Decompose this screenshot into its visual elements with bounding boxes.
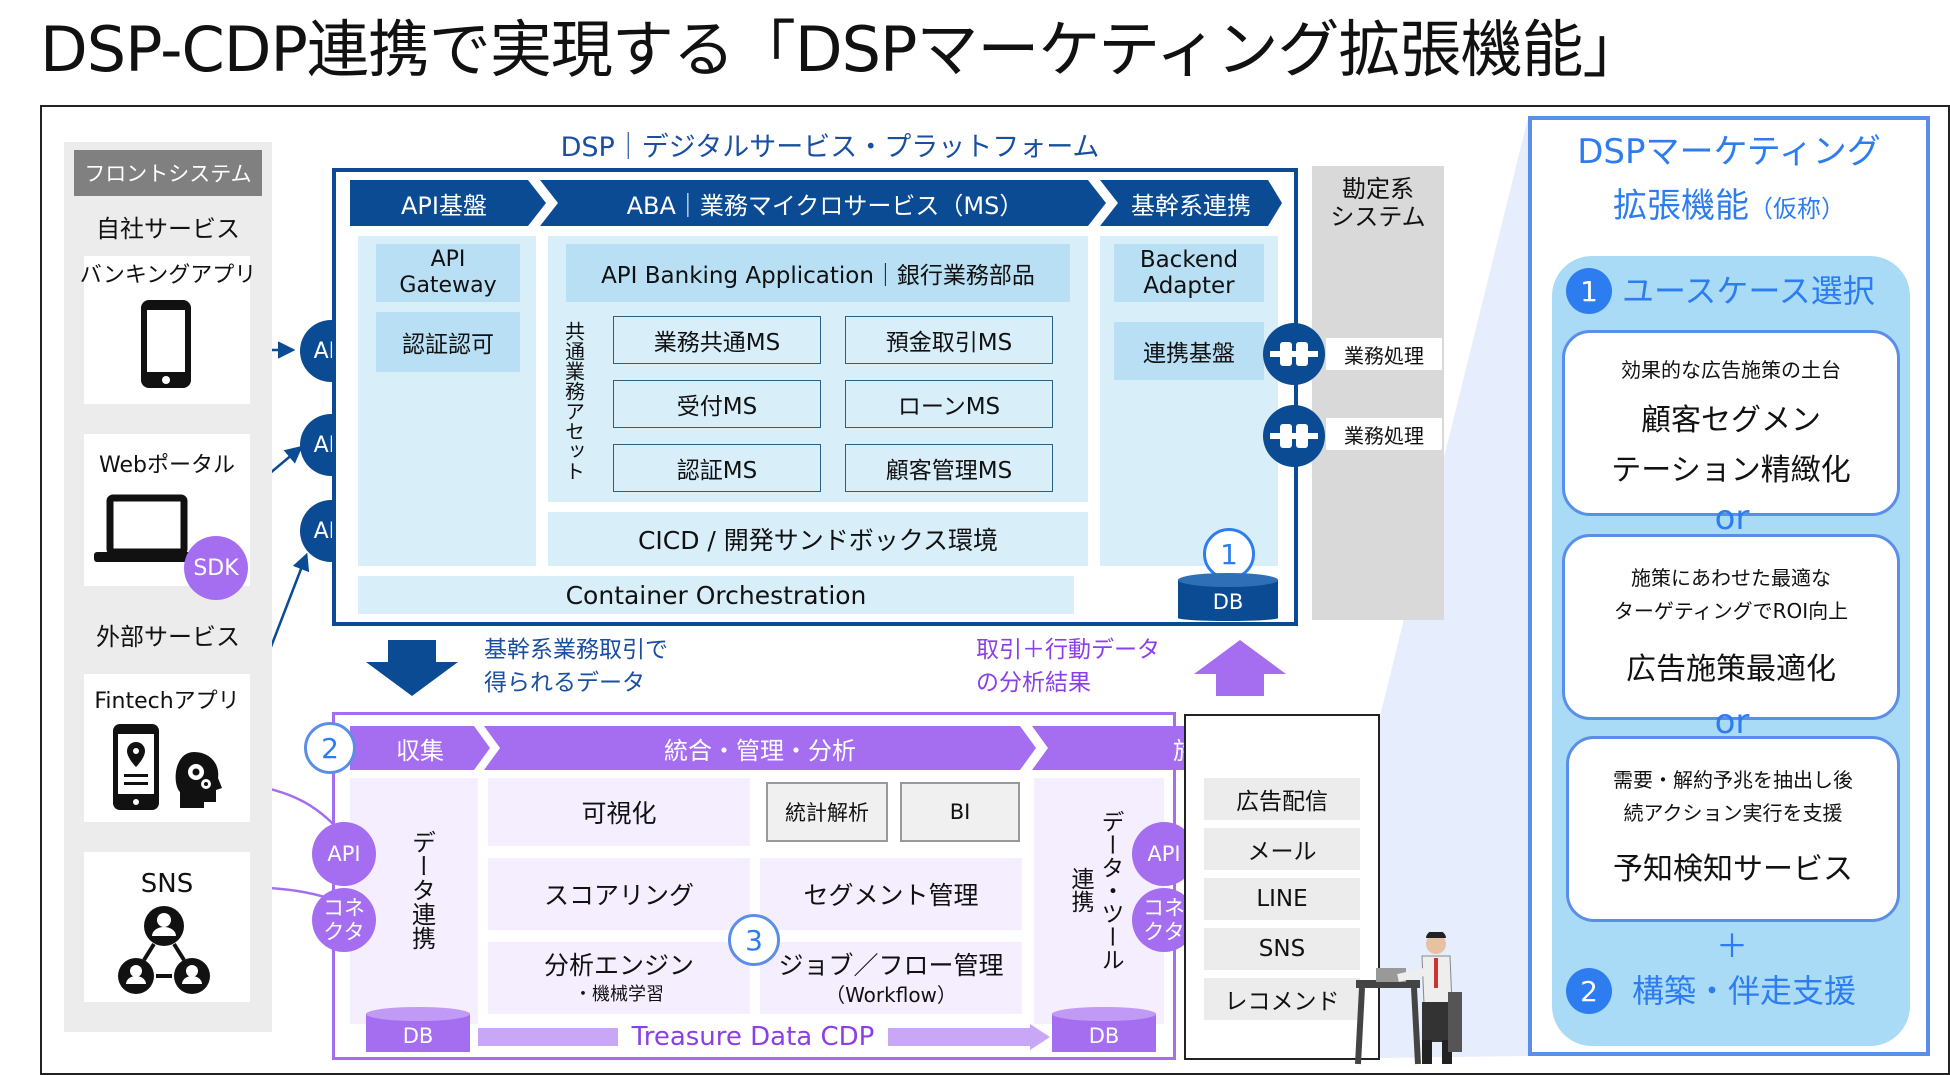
dsp-header-api: API基盤 — [401, 191, 487, 220]
cdp-header-collect: 収集 — [396, 736, 444, 765]
ms-cell: ローンMS — [845, 380, 1053, 428]
tool-link-label: データ・ツール 連携 — [1067, 809, 1123, 971]
person-at-desk-icon — [1355, 932, 1462, 1065]
plug-connector-icon — [1263, 405, 1325, 467]
ms-cell: 預金取引MS — [845, 316, 1053, 364]
up-flow-text: 取引＋行動データ の分析結果 — [976, 637, 1160, 696]
policy-item[interactable]: LINE — [1204, 878, 1360, 920]
social-network-icon — [118, 906, 210, 994]
external-services-heading: 外部サービス — [96, 622, 240, 651]
cdp-db-left-label: DB — [402, 1024, 434, 1048]
common-assets-label: 共通業務アセット — [561, 321, 586, 481]
policy-item[interactable]: SNS — [1204, 928, 1360, 970]
process-label-2: 業務処理 — [1326, 418, 1442, 450]
fintech-app-label: Fintechアプリ — [94, 689, 240, 714]
page-title: DSP-CDP連携で実現する「DSPマーケティング拡張機能」 — [40, 13, 1644, 86]
cdp-db-right-label: DB — [1088, 1024, 1120, 1048]
backend-adapter-cell: Backend Adapter — [1114, 244, 1264, 302]
own-services-heading: 自社サービス — [96, 214, 240, 243]
bi-cell: BI — [900, 782, 1020, 842]
case2-title: 広告施策最適化 — [1626, 652, 1836, 687]
visualize-cell: 可視化 — [488, 778, 750, 846]
marker-3-cdp: 3 — [728, 914, 780, 966]
plus-sign: ＋ — [1715, 927, 1748, 965]
process-label-1: 業務処理 — [1326, 338, 1442, 370]
marker-2-cdp: 2 — [304, 722, 356, 774]
auth-cell: 認証認可 — [376, 312, 520, 372]
data-link-label: データ連携 — [407, 830, 436, 950]
sns-label: SNS — [140, 869, 194, 899]
engine-sub-label: ・機械学習 — [574, 984, 664, 1005]
right-title-line1: DSPマーケティング — [1577, 131, 1881, 172]
policy-item[interactable]: メール — [1204, 828, 1360, 870]
policy-item[interactable]: レコメンド — [1204, 978, 1360, 1020]
smartphone-icon — [141, 300, 191, 388]
segment-cell: セグメント管理 — [760, 858, 1022, 930]
ms-cell: 業務共通MS — [613, 316, 821, 364]
case3-description: 需要・解約予兆を抽出し後 続アクション実行を支援 — [1613, 768, 1853, 825]
plug-connector-icon — [1263, 323, 1325, 385]
cdp-connector-node-left[interactable]: コネ クタ — [312, 888, 376, 952]
job-label: ジョブ／フロー管理 — [778, 951, 1004, 980]
dsp-db-label: DB — [1212, 590, 1244, 614]
treasure-data-label: Treasure Data CDP — [618, 1018, 888, 1056]
dsp-header-aba: ABA｜業務マイクロサービス（MS） — [626, 191, 1024, 220]
engine-label: 分析エンジン — [543, 951, 694, 980]
link-base-cell: 連携基盤 — [1114, 322, 1264, 380]
job-sub-label: （Workflow） — [825, 982, 957, 1007]
case2-description: 施策にあわせた最適な ターゲティングでROI向上 — [1613, 566, 1849, 623]
down-flow-text: 基幹系業務取引で 得られるデータ — [484, 637, 668, 696]
web-portal-label: Webポータル — [99, 453, 235, 478]
ai-head-icon — [175, 752, 222, 808]
scoring-cell: スコアリング — [488, 858, 750, 930]
case3-title: 予知検知サービス — [1613, 852, 1853, 887]
down-arrow-icon — [366, 640, 458, 696]
sdk-badge: SDK — [184, 536, 248, 600]
case1-description: 効果的な広告施策の土台 — [1621, 357, 1841, 382]
container-orchestration-cell: Container Orchestration — [358, 576, 1074, 614]
dsp-title: DSP｜デジタルサービス・プラットフォーム — [560, 131, 1100, 163]
support-heading: 構築・伴走支援 — [1632, 972, 1857, 1010]
right-title-line2: 拡張機能 （仮称） — [1532, 178, 1926, 226]
up-arrow-icon — [1194, 640, 1286, 696]
front-system-label: フロントシステム — [74, 150, 262, 196]
case1-title: 顧客セグメン テーション精緻化 — [1611, 403, 1851, 488]
policy-item[interactable]: 広告配信 — [1204, 778, 1360, 820]
usecase-heading: ユースケース選択 — [1622, 272, 1875, 310]
api-gateway-cell: API Gateway — [376, 244, 520, 302]
cdp-api-node-left[interactable]: API — [312, 822, 376, 886]
ms-cell: 顧客管理MS — [845, 444, 1053, 492]
usecase-number: 1 — [1566, 268, 1612, 314]
ms-cell: 認証MS — [613, 444, 821, 492]
banking-application-cell: API Banking Application｜銀行業務部品 — [566, 244, 1070, 302]
dsp-header-core: 基幹系連携 — [1131, 191, 1251, 220]
right-title-sub: （仮称） — [1749, 195, 1845, 223]
right-title-main: 拡張機能 — [1613, 186, 1749, 226]
accounting-system-title: 勘定系 システム — [1330, 175, 1426, 231]
phone-location-icon — [113, 724, 159, 810]
stats-cell: 統計解析 — [766, 782, 888, 842]
ms-cell: 受付MS — [613, 380, 821, 428]
support-number: 2 — [1566, 968, 1612, 1014]
banking-app-label: バンキングアプリ — [79, 263, 257, 288]
cdp-header-integrate: 統合・管理・分析 — [664, 736, 856, 765]
cicd-cell: CICD / 開発サンドボックス環境 — [548, 512, 1088, 566]
